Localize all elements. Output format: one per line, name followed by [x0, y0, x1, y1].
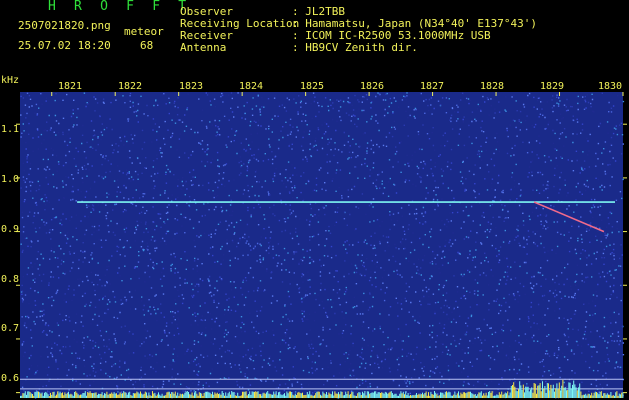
- y-tick-label: 0.6: [1, 373, 20, 384]
- x-tick-label: 1829: [540, 81, 565, 92]
- datetime: 25.07.02 18:20: [18, 39, 111, 52]
- x-tick-label: 1825: [300, 81, 325, 92]
- x-tick-label: 1828: [480, 81, 505, 92]
- x-tick-label: 1823: [179, 81, 204, 92]
- x-tick-label: 1827: [420, 81, 445, 92]
- y-tick-label: 1.0: [1, 174, 20, 185]
- spectrogram-background: [20, 92, 623, 398]
- y-tick-label: 0.7: [1, 323, 20, 334]
- x-tick-label: 1821: [58, 81, 83, 92]
- y-tick-label: 1.1: [1, 124, 20, 135]
- filename: 2507021820.png: [18, 19, 111, 32]
- meteor-label: meteor: [124, 25, 164, 38]
- x-tick-label: 1830: [598, 81, 623, 92]
- y-axis-label: kHz: [1, 75, 20, 86]
- antenna-value: : HB9CV Zenith dir.: [292, 41, 418, 54]
- meteor-count: 68: [140, 39, 154, 52]
- x-tick-label: 1822: [118, 81, 143, 92]
- app-title: H R O F F T: [48, 0, 192, 14]
- spectrogram: [16, 92, 627, 399]
- y-tick-label: 0.8: [1, 274, 20, 285]
- x-tick-label: 1826: [360, 81, 385, 92]
- y-tick-label: 0.9: [1, 224, 20, 235]
- antenna-label: Antenna: [180, 41, 227, 54]
- x-tick-label: 1824: [239, 81, 264, 92]
